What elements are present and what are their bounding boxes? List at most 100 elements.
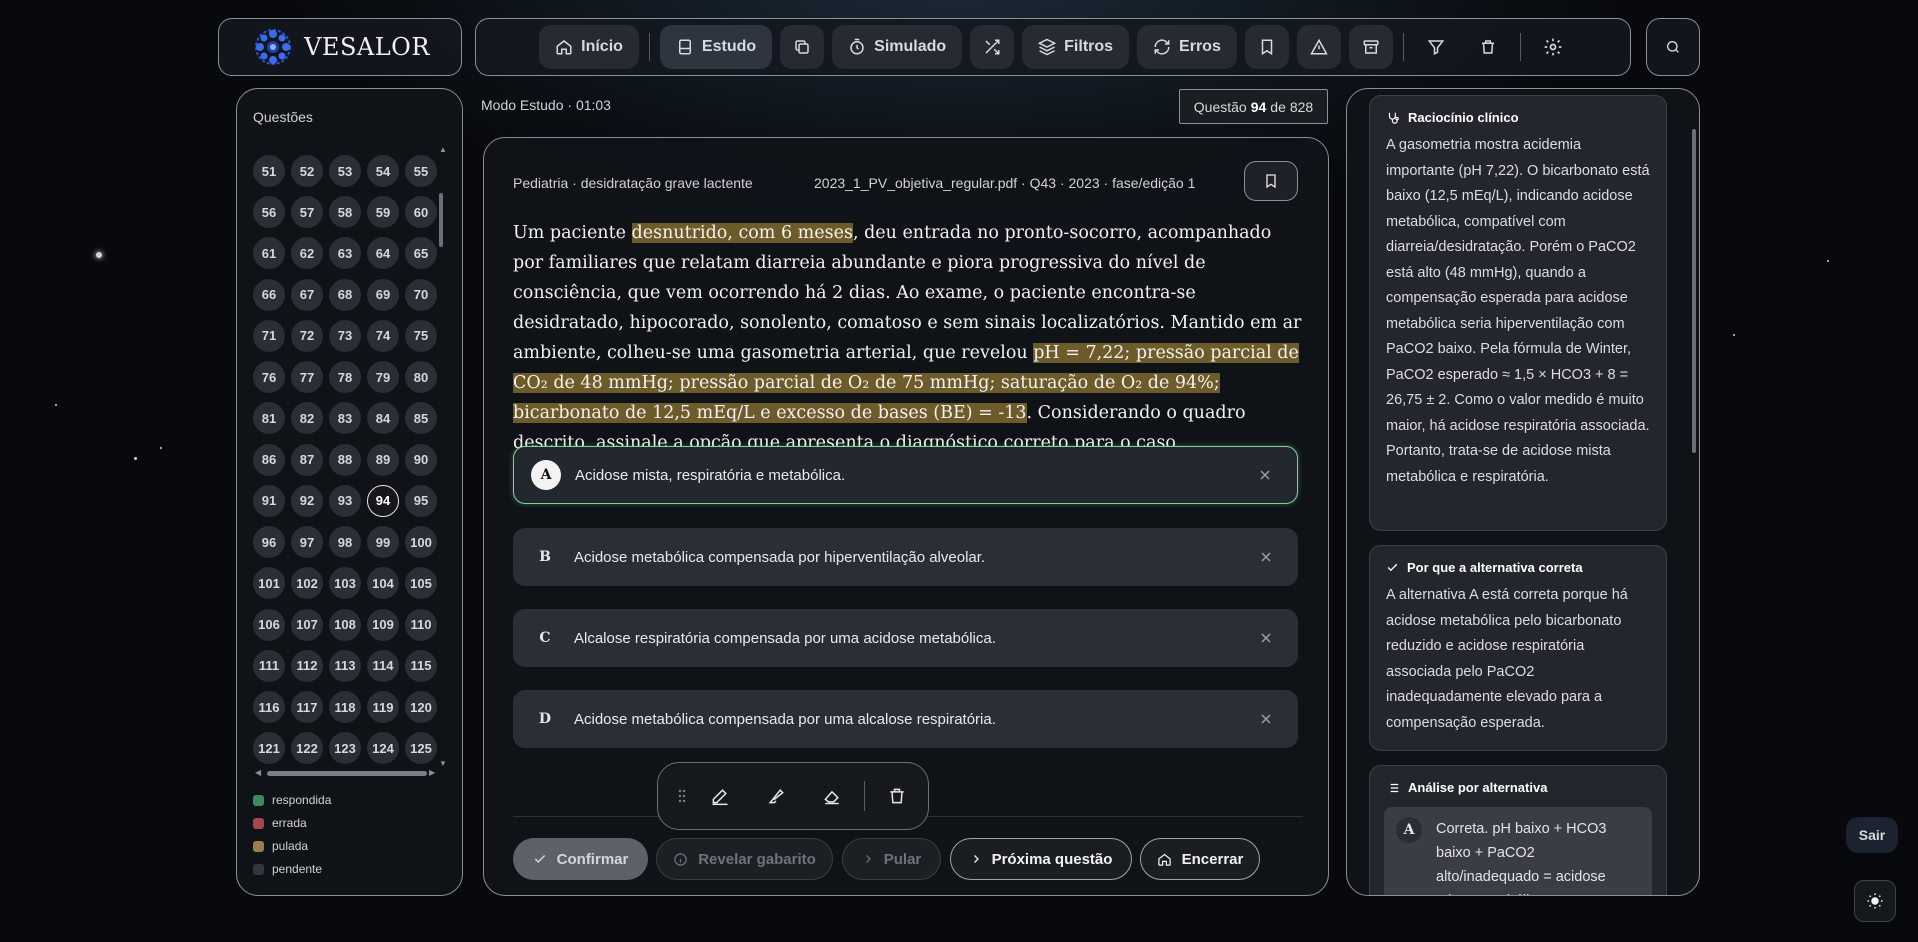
question-number-62[interactable]: 62 bbox=[291, 237, 323, 270]
question-number-113[interactable]: 113 bbox=[329, 649, 361, 682]
skip-button[interactable]: Pular bbox=[842, 838, 941, 880]
question-number-61[interactable]: 61 bbox=[253, 237, 285, 270]
question-number-121[interactable]: 121 bbox=[253, 732, 285, 765]
nav-simulado-button[interactable]: Simulado bbox=[832, 25, 963, 69]
question-number-76[interactable]: 76 bbox=[253, 361, 285, 394]
next-question-button[interactable]: Próxima questão bbox=[950, 838, 1132, 880]
nav-alert-button[interactable] bbox=[1296, 25, 1341, 69]
nav-archive-button[interactable] bbox=[1348, 25, 1393, 69]
option-a[interactable]: A Acidose mista, respiratória e metabóli… bbox=[513, 446, 1298, 504]
question-number-116[interactable]: 116 bbox=[253, 691, 285, 724]
option-d[interactable]: D Acidose metabólica compensada por uma … bbox=[513, 690, 1298, 748]
question-number-83[interactable]: 83 bbox=[329, 402, 361, 435]
nav-filtros-button[interactable]: Filtros bbox=[1022, 25, 1130, 69]
question-number-56[interactable]: 56 bbox=[253, 196, 285, 229]
question-number-117[interactable]: 117 bbox=[291, 691, 323, 724]
nav-erros-button[interactable]: Erros bbox=[1137, 25, 1237, 69]
question-number-105[interactable]: 105 bbox=[405, 567, 437, 600]
question-number-88[interactable]: 88 bbox=[329, 443, 361, 476]
question-number-51[interactable]: 51 bbox=[253, 155, 285, 187]
question-number-115[interactable]: 115 bbox=[405, 649, 437, 682]
question-number-84[interactable]: 84 bbox=[367, 402, 399, 435]
question-number-77[interactable]: 77 bbox=[291, 361, 323, 394]
question-number-103[interactable]: 103 bbox=[329, 567, 361, 600]
question-number-86[interactable]: 86 bbox=[253, 443, 285, 476]
question-number-114[interactable]: 114 bbox=[367, 649, 399, 682]
drag-handle-icon[interactable] bbox=[672, 789, 692, 803]
question-number-101[interactable]: 101 bbox=[253, 567, 285, 600]
question-number-118[interactable]: 118 bbox=[329, 691, 361, 724]
question-number-70[interactable]: 70 bbox=[405, 278, 437, 311]
question-number-123[interactable]: 123 bbox=[329, 732, 361, 765]
eliminate-option-button[interactable] bbox=[1254, 713, 1278, 725]
question-number-68[interactable]: 68 bbox=[329, 278, 361, 311]
question-number-99[interactable]: 99 bbox=[367, 526, 399, 559]
scroll-left-icon[interactable]: ◀ bbox=[255, 768, 261, 777]
question-number-72[interactable]: 72 bbox=[291, 319, 323, 352]
end-session-button[interactable]: Encerrar bbox=[1140, 838, 1260, 880]
question-number-112[interactable]: 112 bbox=[291, 649, 323, 682]
bookmark-question-button[interactable] bbox=[1244, 161, 1298, 201]
scroll-down-icon[interactable]: ▼ bbox=[439, 759, 447, 768]
question-number-125[interactable]: 125 bbox=[405, 732, 437, 765]
question-number-90[interactable]: 90 bbox=[405, 443, 437, 476]
question-number-75[interactable]: 75 bbox=[405, 319, 437, 352]
question-number-73[interactable]: 73 bbox=[329, 319, 361, 352]
question-number-71[interactable]: 71 bbox=[253, 319, 285, 352]
question-number-64[interactable]: 64 bbox=[367, 237, 399, 270]
question-number-59[interactable]: 59 bbox=[367, 196, 399, 229]
question-number-120[interactable]: 120 bbox=[405, 691, 437, 724]
nav-bookmark-button[interactable] bbox=[1244, 25, 1289, 69]
question-number-100[interactable]: 100 bbox=[405, 526, 437, 559]
question-number-74[interactable]: 74 bbox=[367, 319, 399, 352]
question-number-66[interactable]: 66 bbox=[253, 278, 285, 311]
question-number-92[interactable]: 92 bbox=[291, 484, 323, 517]
question-number-124[interactable]: 124 bbox=[367, 732, 399, 765]
explanation-scrollbar[interactable] bbox=[1692, 129, 1696, 453]
question-number-96[interactable]: 96 bbox=[253, 526, 285, 559]
nav-estudo-button[interactable]: Estudo bbox=[659, 25, 773, 69]
question-number-108[interactable]: 108 bbox=[329, 608, 361, 641]
option-b[interactable]: B Acidose metabólica compensada por hipe… bbox=[513, 528, 1298, 586]
question-number-97[interactable]: 97 bbox=[291, 526, 323, 559]
eraser-tool-button[interactable] bbox=[804, 774, 860, 818]
nav-copy-button[interactable] bbox=[780, 25, 825, 69]
question-number-55[interactable]: 55 bbox=[405, 155, 437, 187]
search-button[interactable] bbox=[1646, 18, 1700, 76]
question-number-104[interactable]: 104 bbox=[367, 567, 399, 600]
scroll-right-icon[interactable]: ▶ bbox=[429, 768, 435, 777]
question-number-111[interactable]: 111 bbox=[253, 649, 285, 682]
eliminate-option-button[interactable] bbox=[1254, 632, 1278, 644]
question-number-89[interactable]: 89 bbox=[367, 443, 399, 476]
navigator-horizontal-scrollbar[interactable] bbox=[267, 771, 427, 776]
question-number-122[interactable]: 122 bbox=[291, 732, 323, 765]
exit-button[interactable]: Sair bbox=[1846, 817, 1898, 853]
question-number-106[interactable]: 106 bbox=[253, 608, 285, 641]
question-number-58[interactable]: 58 bbox=[329, 196, 361, 229]
highlighter-tool-button[interactable] bbox=[748, 774, 804, 818]
option-c[interactable]: C Alcalose respiratória compensada por u… bbox=[513, 609, 1298, 667]
question-number-85[interactable]: 85 bbox=[405, 402, 437, 435]
nav-shuffle-button[interactable] bbox=[970, 25, 1015, 69]
brand-logo[interactable]: VESALOR bbox=[218, 18, 462, 76]
nav-trash-button[interactable] bbox=[1466, 25, 1510, 69]
question-number-52[interactable]: 52 bbox=[291, 155, 323, 187]
question-number-80[interactable]: 80 bbox=[405, 361, 437, 394]
question-number-67[interactable]: 67 bbox=[291, 278, 323, 311]
question-number-107[interactable]: 107 bbox=[291, 608, 323, 641]
question-number-63[interactable]: 63 bbox=[329, 237, 361, 270]
question-number-109[interactable]: 109 bbox=[367, 608, 399, 641]
question-number-60[interactable]: 60 bbox=[405, 196, 437, 229]
question-number-79[interactable]: 79 bbox=[367, 361, 399, 394]
question-number-69[interactable]: 69 bbox=[367, 278, 399, 311]
question-number-54[interactable]: 54 bbox=[367, 155, 399, 187]
eliminate-option-button[interactable] bbox=[1253, 469, 1277, 481]
reveal-answer-button[interactable]: Revelar gabarito bbox=[656, 838, 833, 880]
question-number-57[interactable]: 57 bbox=[291, 196, 323, 229]
scroll-up-icon[interactable]: ▲ bbox=[439, 145, 447, 154]
question-number-82[interactable]: 82 bbox=[291, 402, 323, 435]
question-number-98[interactable]: 98 bbox=[329, 526, 361, 559]
question-number-91[interactable]: 91 bbox=[253, 484, 285, 517]
nav-settings-button[interactable] bbox=[1531, 25, 1575, 69]
navigator-scrollbar[interactable] bbox=[439, 193, 443, 247]
